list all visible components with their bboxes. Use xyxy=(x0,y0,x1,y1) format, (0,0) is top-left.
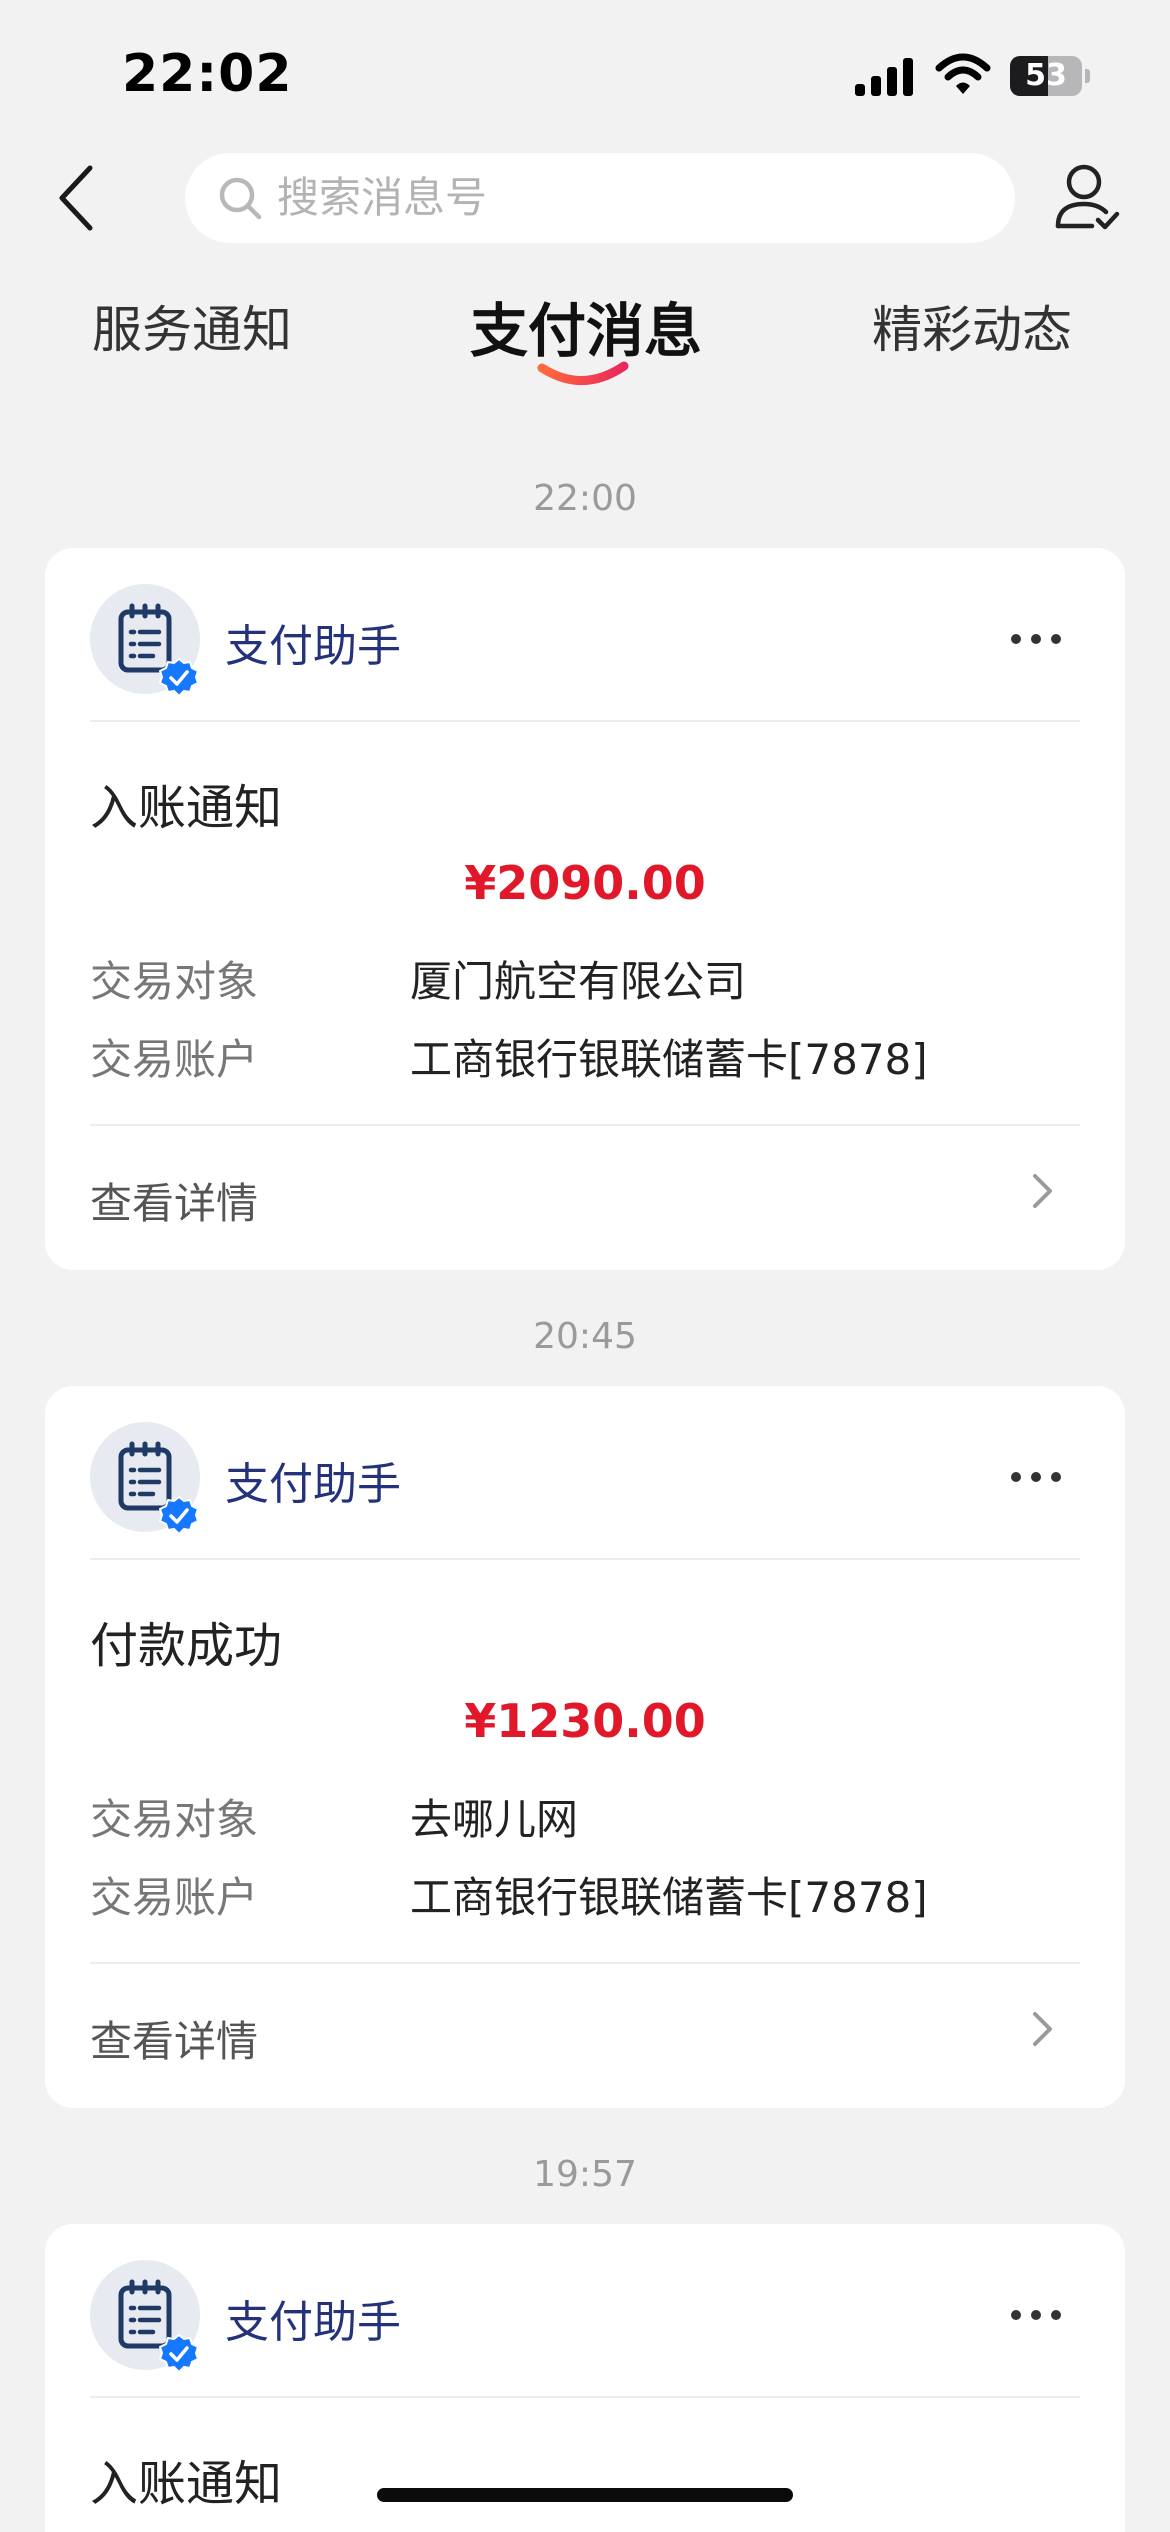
back-button[interactable] xyxy=(52,160,112,236)
more-options-button[interactable] xyxy=(1011,2296,1077,2336)
counterparty-label: 交易对象 xyxy=(90,1795,259,1844)
verified-badge-icon xyxy=(159,658,199,698)
sender-name[interactable]: 支付助手 xyxy=(225,1448,401,1512)
message-time: 22:00 xyxy=(533,478,637,519)
search-placeholder: 搜索消息号 xyxy=(277,173,488,222)
account-value: 工商银行银联储蓄卡[7878] xyxy=(410,1035,928,1084)
home-indicator[interactable] xyxy=(377,2488,793,2502)
battery-level: 53 xyxy=(1025,58,1067,93)
message-card: 支付助手 入账通知 xyxy=(45,2224,1125,2532)
sender-name[interactable]: 支付助手 xyxy=(225,610,401,674)
verified-badge-icon xyxy=(159,2334,199,2374)
counterparty-value: 厦门航空有限公司 xyxy=(410,957,747,1006)
counterparty-label: 交易对象 xyxy=(90,957,259,1006)
wifi-icon xyxy=(935,53,991,94)
search-icon xyxy=(219,177,262,220)
more-options-button[interactable] xyxy=(1011,1458,1077,1498)
message-time: 20:45 xyxy=(533,1316,637,1357)
view-details-link[interactable]: 查看详情 xyxy=(90,1170,258,1231)
account-label: 交易账户 xyxy=(90,1873,259,1922)
message-title: 入账通知 xyxy=(90,780,283,836)
account-settings-icon[interactable] xyxy=(1054,160,1120,236)
account-label: 交易账户 xyxy=(90,1035,259,1084)
message-title: 入账通知 xyxy=(90,2456,283,2512)
status-time: 22:02 xyxy=(122,44,293,104)
divider xyxy=(90,2396,1080,2398)
chevron-right-icon[interactable] xyxy=(1027,2008,1057,2050)
payment-messages-screen: 22:02 53 搜索消息号 服务通知 支付消息 精彩动态 22:00 支付助手… xyxy=(0,0,1170,2532)
divider xyxy=(90,720,1080,722)
sender-name[interactable]: 支付助手 xyxy=(225,2286,401,2350)
battery-icon: 53 xyxy=(1010,56,1090,96)
counterparty-value: 去哪儿网 xyxy=(410,1795,579,1844)
verified-badge-icon xyxy=(159,1496,199,1536)
message-title: 付款成功 xyxy=(90,1618,283,1674)
amount: ¥2090.00 xyxy=(464,856,706,910)
search-input[interactable]: 搜索消息号 xyxy=(185,153,1015,243)
cellular-signal-icon xyxy=(855,58,913,96)
view-details-link[interactable]: 查看详情 xyxy=(90,2008,258,2069)
tab-service-notifications[interactable]: 服务通知 xyxy=(92,290,292,362)
divider xyxy=(90,1124,1080,1126)
active-tab-indicator xyxy=(537,361,629,385)
divider xyxy=(90,1558,1080,1560)
more-options-button[interactable] xyxy=(1011,620,1077,660)
account-value: 工商银行银联储蓄卡[7878] xyxy=(410,1873,928,1922)
tab-highlights[interactable]: 精彩动态 xyxy=(872,290,1072,362)
status-bar: 22:02 53 xyxy=(0,0,1170,150)
tab-payment-messages[interactable]: 支付消息 xyxy=(470,284,702,368)
amount: ¥1230.00 xyxy=(464,1694,706,1748)
message-card: 支付助手 付款成功 ¥1230.00 交易对象 去哪儿网 交易账户 工商银行银联… xyxy=(45,1386,1125,2108)
message-time: 19:57 xyxy=(533,2154,637,2195)
message-card: 支付助手 入账通知 ¥2090.00 交易对象 厦门航空有限公司 交易账户 工商… xyxy=(45,548,1125,1270)
chevron-right-icon[interactable] xyxy=(1027,1170,1057,1212)
divider xyxy=(90,1962,1080,1964)
